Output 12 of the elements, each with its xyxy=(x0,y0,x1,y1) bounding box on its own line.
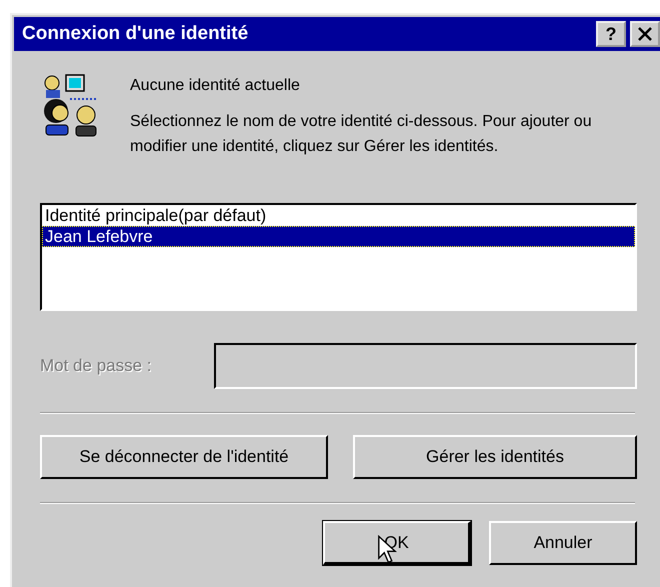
close-icon xyxy=(637,27,653,41)
status-text: Aucune identité actuelle xyxy=(130,77,301,95)
instruction-text: Sélectionnez le nom de votre identité ci-dessous. Pour ajouter ou modifier une identité, cliquez sur Gérer les identités. xyxy=(130,112,593,157)
password-label: Mot de passe : xyxy=(40,356,153,376)
cancel-button[interactable]: Annuler xyxy=(489,521,637,565)
list-item[interactable]: Jean Lefebvre xyxy=(42,226,635,247)
window-title: Connexion d'une identité xyxy=(22,23,250,45)
list-item[interactable]: Identité principale(par défaut) xyxy=(42,205,635,226)
close-button[interactable] xyxy=(630,21,660,47)
manage-button[interactable]: Gérer les identités xyxy=(353,435,637,479)
sign-out-button[interactable]: Se déconnecter de l'identité xyxy=(40,435,328,479)
help-button[interactable]: ? xyxy=(596,21,626,47)
